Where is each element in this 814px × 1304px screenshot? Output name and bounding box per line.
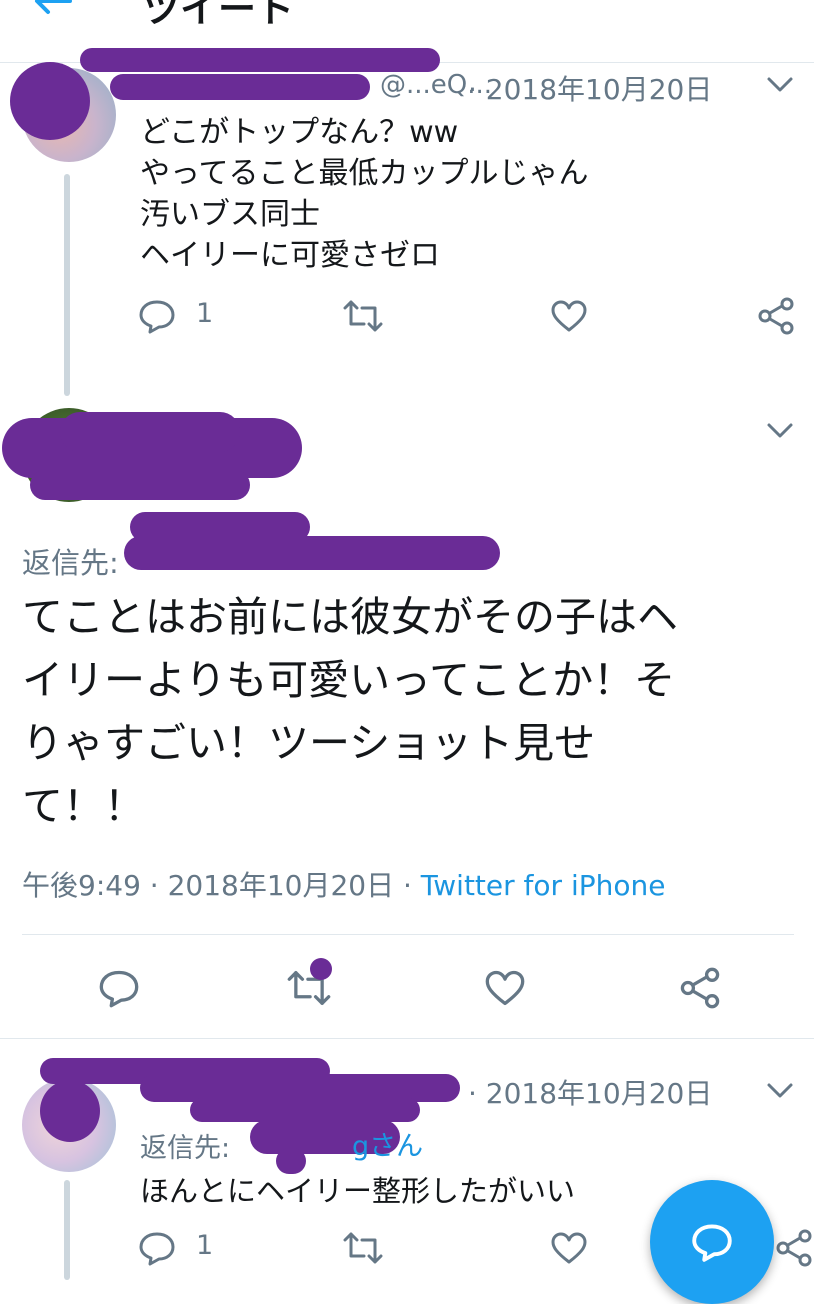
main-tweet-text: てことはお前には彼女がその子はヘ イリーよりも可愛いってことか！そ りゃすごい！… <box>22 586 678 838</box>
reply-icon[interactable] <box>138 1230 176 1266</box>
share-icon[interactable] <box>756 296 796 336</box>
main-tweet-line: て！！ <box>22 782 145 830</box>
tweet-text-line: 汚いブス同士 <box>140 197 320 232</box>
back-arrow-icon[interactable] <box>32 0 72 16</box>
reply-icon[interactable] <box>138 298 176 334</box>
redaction-scribble <box>60 412 240 452</box>
tweet-text: ほんとにヘイリー整形したがいい <box>140 1174 576 1208</box>
share-icon[interactable] <box>774 1228 814 1268</box>
chevron-down-icon[interactable] <box>766 1082 794 1100</box>
tweet-date: · 2018年10月20日 <box>468 1077 713 1110</box>
redaction-scribble <box>80 48 440 72</box>
floating-reply-button[interactable] <box>650 1180 774 1304</box>
main-tweet-line: りゃすごい！ツーショット見せ <box>22 719 596 767</box>
reply-icon <box>690 1222 734 1262</box>
divider <box>0 1038 814 1039</box>
tweet-text-line: ヘイリーに可愛さゼロ <box>140 238 440 273</box>
retweet-icon[interactable] <box>342 298 384 334</box>
redaction-scribble <box>124 536 500 570</box>
tweet-source-link[interactable]: Twitter for iPhone <box>421 869 666 902</box>
like-icon[interactable] <box>550 1230 588 1266</box>
tweet-text-line: どこがトップなん？ww <box>140 115 459 150</box>
like-icon[interactable] <box>550 298 588 334</box>
reply-to-label: 返信先: <box>140 1133 231 1164</box>
redaction-scribble <box>190 1098 420 1122</box>
reply-to-handle[interactable]: gさん <box>352 1124 423 1163</box>
reply-count: 1 <box>196 1230 214 1261</box>
redaction-scribble <box>40 1080 100 1142</box>
reply-to-label: 返信先: <box>22 546 119 580</box>
main-tweet-line: イリーよりも可愛いってことか！そ <box>22 656 676 704</box>
redaction-dot <box>310 958 332 980</box>
tweet-date: · 2018年10月20日 <box>468 73 713 106</box>
reply-icon[interactable] <box>98 968 140 1008</box>
retweet-icon[interactable] <box>342 1230 384 1266</box>
thread-line <box>64 174 70 396</box>
header-title: ツイート <box>142 0 295 31</box>
redaction-scribble <box>30 470 250 500</box>
tweet-timestamp-row: 午後9:49 · 2018年10月20日 · Twitter for iPhon… <box>22 864 665 904</box>
tweet-text-line: やってること最低カップルじゃん <box>140 156 589 191</box>
like-icon[interactable] <box>484 968 526 1008</box>
chevron-down-icon[interactable] <box>766 76 794 94</box>
tweet-timestamp: 午後9:49 · 2018年10月20日 · <box>22 869 421 902</box>
redaction-scribble <box>10 62 90 140</box>
divider <box>22 934 794 935</box>
share-icon[interactable] <box>678 966 722 1010</box>
tweet-text: どこがトップなん？ww やってること最低カップルじゃん 汚いブス同士 ヘイリーに… <box>140 112 589 276</box>
thread-line <box>64 1180 70 1280</box>
chevron-down-icon[interactable] <box>766 422 794 440</box>
redaction-scribble <box>110 74 370 100</box>
reply-count: 1 <box>196 298 214 329</box>
main-tweet-line: てことはお前には彼女がその子はヘ <box>22 593 678 641</box>
